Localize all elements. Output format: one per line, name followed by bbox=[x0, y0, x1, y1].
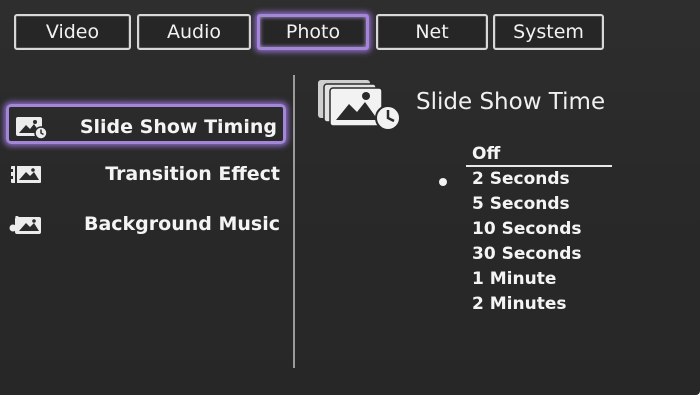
menu-item-transition-effect[interactable]: Transition Effect bbox=[6, 154, 286, 194]
menu-item-label: Slide Show Timing bbox=[79, 116, 277, 138]
option-10-seconds[interactable]: 10 Seconds bbox=[472, 217, 622, 242]
menu-item-label: Background Music bbox=[83, 213, 280, 235]
option-5-seconds[interactable]: 5 Seconds bbox=[472, 192, 622, 217]
panel-divider bbox=[293, 75, 295, 368]
tab-net[interactable]: Net bbox=[376, 14, 488, 50]
option-1-minute[interactable]: 1 Minute bbox=[472, 267, 622, 292]
background-music-icon bbox=[9, 211, 43, 237]
option-off[interactable]: Off bbox=[466, 142, 622, 167]
tab-photo[interactable]: Photo bbox=[257, 14, 369, 50]
slideshow-timer-icon bbox=[316, 78, 408, 132]
menu-item-slide-show-timing[interactable]: Slide Show Timing bbox=[6, 104, 286, 144]
tab-video[interactable]: Video bbox=[14, 14, 131, 50]
menu-item-background-music[interactable]: Background Music bbox=[6, 204, 286, 244]
slideshow-timer-icon bbox=[15, 114, 49, 140]
slide-show-time-options: Off 2 Seconds 5 Seconds 10 Seconds 30 Se… bbox=[466, 142, 622, 317]
selected-indicator bbox=[439, 178, 447, 186]
transition-effect-icon bbox=[9, 161, 43, 187]
tab-audio[interactable]: Audio bbox=[137, 14, 251, 50]
settings-screen: Video Audio Photo Net System Slide Show … bbox=[0, 0, 700, 395]
option-2-seconds[interactable]: 2 Seconds bbox=[472, 167, 622, 192]
option-30-seconds[interactable]: 30 Seconds bbox=[472, 242, 622, 267]
option-2-minutes[interactable]: 2 Minutes bbox=[472, 292, 622, 317]
panel-title: Slide Show Time bbox=[416, 89, 606, 115]
tab-system[interactable]: System bbox=[493, 14, 604, 50]
menu-item-label: Transition Effect bbox=[105, 163, 280, 185]
